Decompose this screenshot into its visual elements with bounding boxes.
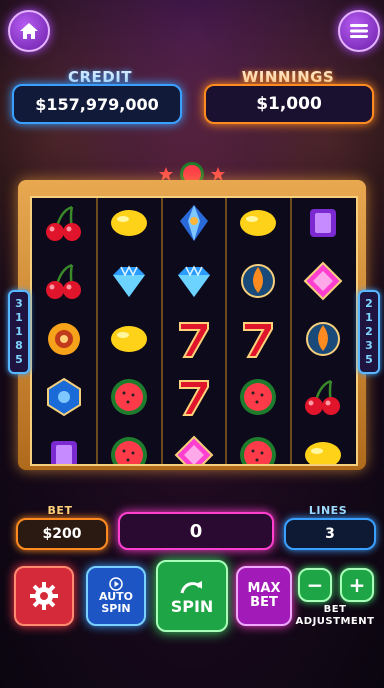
orange-gem-icon (241, 264, 276, 298)
payline-numbers-left: 31185 (12, 297, 26, 367)
bet-value: $200 (16, 518, 108, 550)
seven-icon (178, 380, 209, 416)
menu-button[interactable] (338, 10, 380, 52)
reel-symbol-orange-gem (291, 310, 355, 368)
purple-gem-icon (51, 441, 77, 464)
seven-icon (178, 322, 209, 358)
lemon-icon (240, 210, 277, 236)
pink-gem-icon (303, 261, 343, 301)
play-icon (109, 577, 123, 591)
gem-icon (179, 205, 208, 241)
reel-symbol-cherry (291, 368, 355, 426)
reel-symbol-cherry (32, 252, 96, 310)
reel-grid (30, 196, 358, 466)
cherry-icon (305, 379, 341, 415)
reel-symbol-gem (162, 198, 226, 252)
reel-symbol-pink-gem (291, 252, 355, 310)
purple-gem-icon (310, 209, 337, 237)
star-icon (211, 167, 225, 181)
reel-symbol-purple-gem (32, 426, 96, 464)
minus-icon: − (306, 573, 324, 597)
reel-symbol-lemon (97, 198, 161, 252)
diamond-icon (177, 265, 210, 297)
reel-symbol-watermelon (97, 368, 161, 426)
max-bet-label: MAX BET (247, 581, 281, 610)
cherry-icon (46, 263, 81, 299)
seven-icon (243, 322, 274, 358)
reel-symbol-seven (162, 310, 226, 368)
increase-bet-button[interactable]: + (340, 568, 374, 602)
winnings-value: $1,000 (204, 84, 374, 124)
pink-gem-icon (174, 435, 214, 464)
payline-numbers-right: 21235 (362, 297, 376, 367)
reel-symbol-blue-gem (32, 368, 96, 426)
refresh-arrow-icon (180, 580, 202, 593)
reel-symbol-diamond (162, 252, 226, 310)
sun-gem-icon (48, 323, 80, 355)
reel-symbol-orange-gem (226, 252, 290, 310)
hamburger-menu-icon (350, 24, 368, 38)
lines-label: LINES (308, 504, 348, 517)
reel-symbol-cherry (32, 198, 96, 252)
credit-value: $157,979,000 (12, 84, 182, 124)
payline-indicator-right: 21235 (358, 290, 380, 374)
reel-symbol-lemon (97, 310, 161, 368)
lemon-icon (110, 326, 147, 352)
reel-symbol-watermelon (226, 426, 290, 464)
reel-symbol-lemon (291, 426, 355, 464)
reel-symbol-seven (162, 368, 226, 426)
payline-indicator-left: 31185 (8, 290, 30, 374)
lemon-icon (110, 210, 147, 236)
reel-symbol-seven (226, 310, 290, 368)
bet-label: BET (47, 504, 73, 517)
home-button[interactable] (8, 10, 50, 52)
diamond-icon (112, 265, 145, 297)
watermelon-icon (240, 437, 277, 464)
watermelon-icon (110, 379, 147, 415)
spin-button[interactable]: SPIN (156, 560, 228, 632)
watermelon-icon (110, 437, 147, 464)
max-bet-button[interactable]: MAX BET (236, 566, 292, 626)
bet-adjustment-label: BET ADJUSTMENT (295, 604, 375, 627)
reel-symbol-watermelon (97, 426, 161, 464)
settings-button[interactable] (14, 566, 74, 626)
cherry-icon (46, 205, 81, 241)
lemon-icon (305, 442, 342, 464)
blue-gem-icon (47, 377, 81, 417)
spin-label: SPIN (170, 596, 214, 616)
watermelon-icon (240, 379, 277, 415)
decrease-bet-button[interactable]: − (298, 568, 332, 602)
reel-symbol-watermelon (226, 368, 290, 426)
reel-symbol-lemon (226, 198, 290, 252)
auto-spin-label: AUTO SPIN (99, 590, 133, 615)
plus-icon: + (348, 573, 366, 597)
lines-value: 3 (284, 518, 376, 550)
star-icon (159, 167, 173, 181)
reel-symbol-diamond (97, 252, 161, 310)
orange-gem-icon (306, 322, 341, 356)
reel-symbol-sun-gem (32, 310, 96, 368)
reel-symbol-pink-gem (162, 426, 226, 464)
auto-spin-button[interactable]: AUTO SPIN (86, 566, 146, 626)
home-icon (20, 23, 38, 39)
gear-icon (30, 582, 58, 610)
reel-symbol-purple-gem (291, 198, 355, 252)
win-display: 0 (118, 512, 274, 550)
